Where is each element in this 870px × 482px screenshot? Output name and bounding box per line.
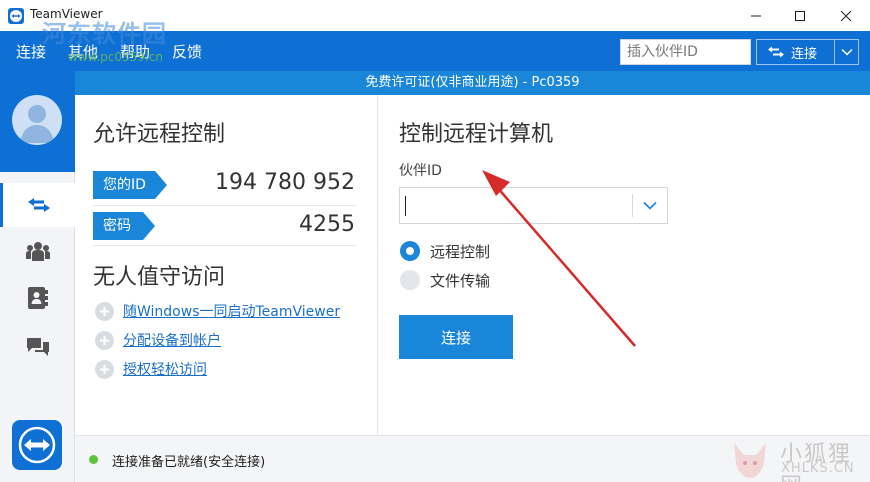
- chevron-down-icon: [840, 48, 853, 56]
- unattended-item-easy-access[interactable]: 授权轻松访问: [95, 359, 207, 379]
- password-separator: [93, 245, 356, 246]
- grant-easy-access-link[interactable]: 授权轻松访问: [123, 359, 207, 379]
- panel-divider: [377, 95, 378, 435]
- radio-unchecked-icon[interactable]: [400, 270, 420, 290]
- avatar[interactable]: [12, 95, 62, 145]
- partner-id-dropdown-button[interactable]: [633, 188, 667, 223]
- quick-partner-id-input[interactable]: [620, 39, 751, 65]
- watermark-brand-en: XHLKS.CN: [781, 461, 855, 476]
- sidebar-remote-control[interactable]: [0, 183, 75, 227]
- radio-file-transfer-label: 文件传输: [430, 271, 491, 290]
- watermark-site-url: www.pc0359.cn: [68, 50, 163, 64]
- license-banner: 免费许可证(仅非商业用途) - Pc0359: [75, 71, 870, 95]
- start-with-windows-link[interactable]: 随Windows一同启动TeamViewer: [123, 301, 340, 321]
- radio-checked-icon[interactable]: [400, 241, 420, 261]
- quick-connect-label: 连接: [791, 46, 818, 62]
- maximize-button[interactable]: [777, 0, 823, 31]
- quick-connect-main[interactable]: 连接: [757, 40, 834, 64]
- sidebar: [0, 71, 75, 482]
- your-id-value: 194 780 952: [215, 170, 355, 195]
- id-separator: [93, 205, 356, 206]
- status-ok-icon: [89, 455, 98, 464]
- teamviewer-brand-icon[interactable]: [12, 420, 62, 470]
- plus-circle-icon: [95, 330, 114, 350]
- remote-control-icon: [28, 198, 50, 212]
- chat-icon: [26, 338, 49, 356]
- allow-remote-title: 允许远程控制: [93, 122, 226, 147]
- swap-arrows-icon: [768, 46, 784, 58]
- radio-remote-control[interactable]: 远程控制: [400, 241, 490, 261]
- plus-circle-icon: [95, 301, 114, 321]
- partner-id-combobox[interactable]: [399, 187, 668, 224]
- sidebar-meeting[interactable]: [0, 229, 75, 273]
- teamviewer-logo-icon: [8, 8, 24, 24]
- control-remote-title: 控制远程计算机: [399, 122, 554, 147]
- chevron-down-icon: [643, 201, 657, 210]
- partner-id-input[interactable]: [400, 188, 632, 223]
- meeting-icon: [25, 242, 50, 261]
- password-badge: 密码: [93, 212, 155, 240]
- radio-remote-control-label: 远程控制: [430, 242, 491, 261]
- sidebar-chat[interactable]: [0, 325, 75, 369]
- assign-device-link[interactable]: 分配设备到帐户: [123, 330, 221, 350]
- text-caret: [405, 196, 406, 216]
- your-id-badge: 您的ID: [93, 171, 167, 199]
- minimize-button[interactable]: [733, 0, 779, 31]
- radio-file-transfer[interactable]: 文件传输: [400, 270, 490, 290]
- unattended-access-title: 无人值守访问: [93, 265, 226, 290]
- menu-feedback[interactable]: 反馈: [172, 41, 202, 62]
- quick-connect-dropdown[interactable]: [835, 40, 858, 64]
- sidebar-contacts[interactable]: [0, 276, 75, 320]
- unattended-item-assign-device[interactable]: 分配设备到帐户: [95, 330, 221, 350]
- close-button[interactable]: [823, 0, 869, 31]
- sidebar-profile-area: [0, 71, 75, 172]
- partner-id-label: 伙伴ID: [399, 163, 442, 179]
- status-text: 连接准备已就绪(安全连接): [112, 455, 266, 470]
- quick-connect-button[interactable]: 连接: [756, 39, 859, 65]
- password-value: 4255: [299, 212, 355, 237]
- plus-circle-icon: [95, 359, 114, 379]
- unattended-item-start-with-windows[interactable]: 随Windows一同启动TeamViewer: [95, 301, 340, 321]
- connect-button[interactable]: 连接: [399, 315, 513, 359]
- watermark-site-name: 河东软件园: [42, 19, 167, 48]
- contacts-icon: [27, 287, 48, 309]
